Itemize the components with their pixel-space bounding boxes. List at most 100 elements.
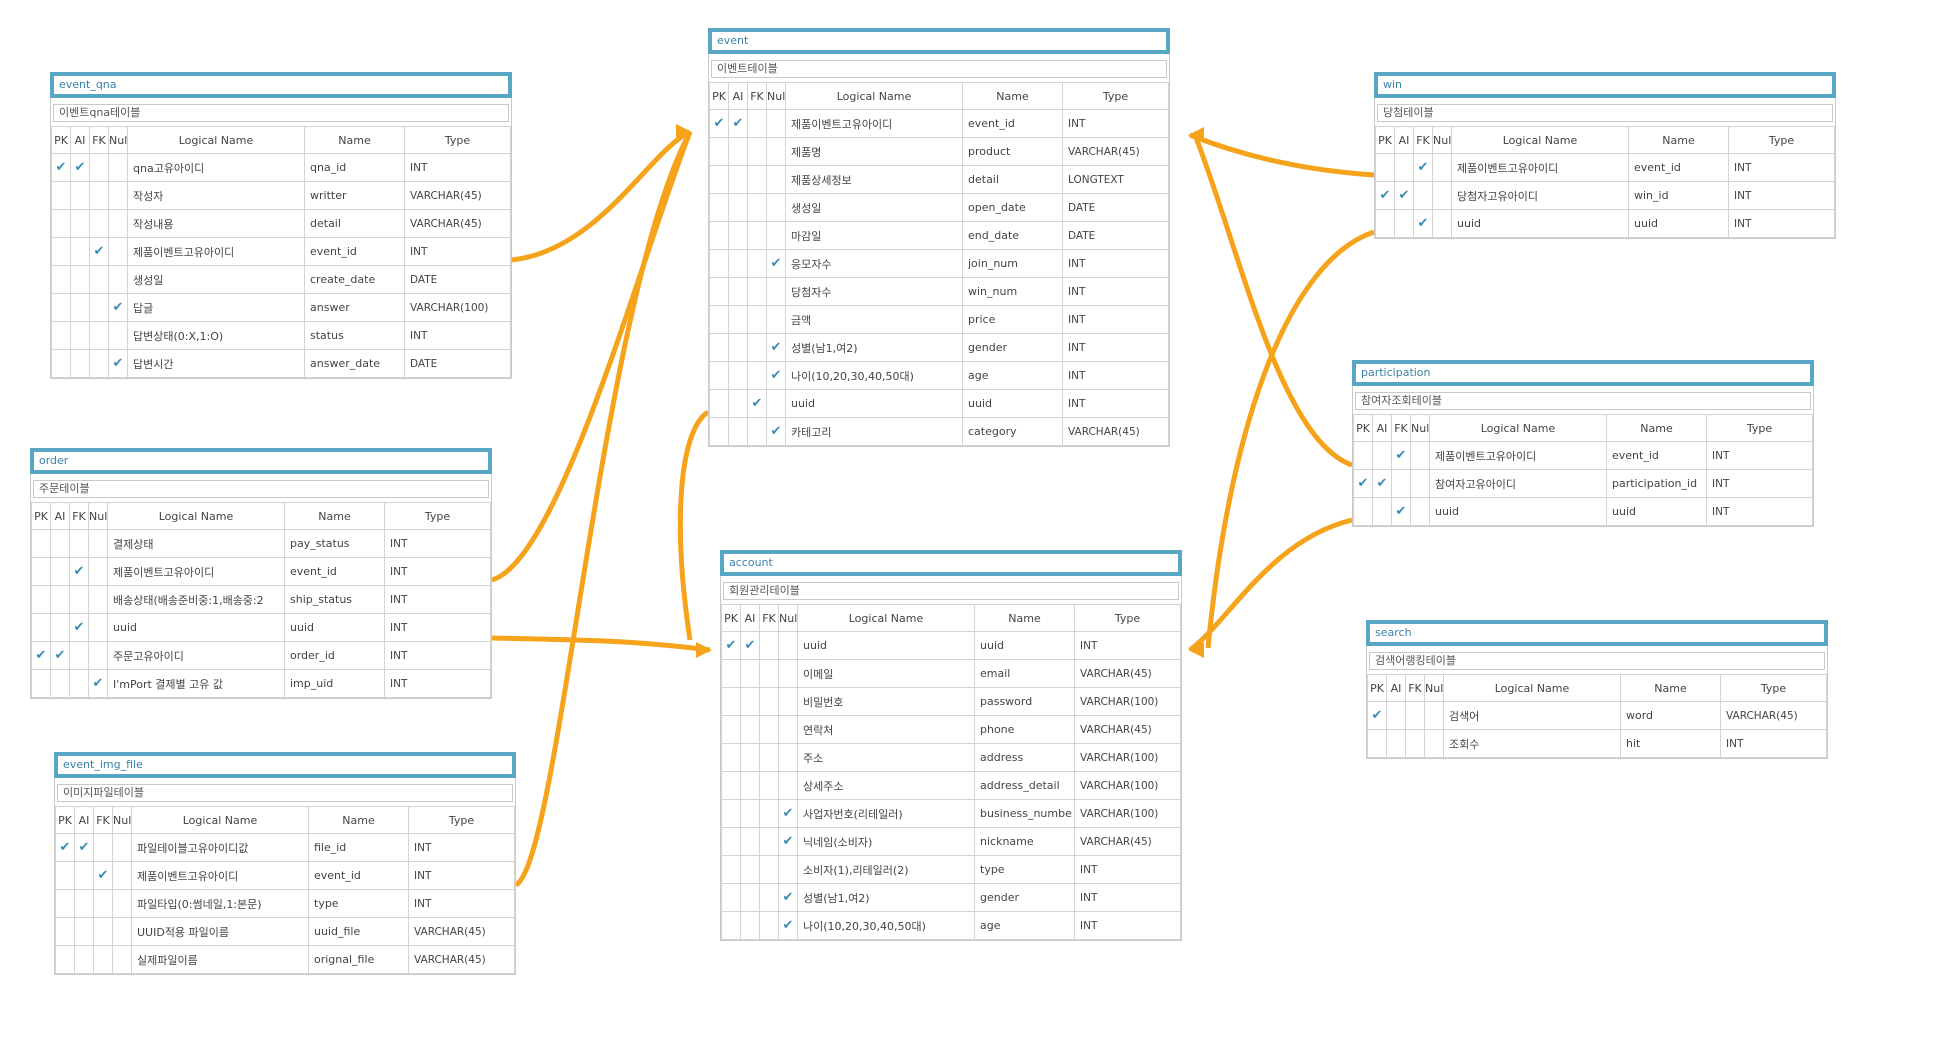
table-row[interactable]: ✔ ✔ 파일테이블고유아이디값 file_id INT [55, 833, 515, 862]
table-row[interactable]: 당첨자수 win_num INT [709, 277, 1169, 306]
table-row[interactable]: 배송상태(배송준비중:1,배송중:2 ship_status INT [31, 585, 491, 614]
column-name-cell[interactable]: category [962, 417, 1063, 446]
ai-flag-cell[interactable] [70, 237, 90, 266]
logical-name-cell[interactable]: 답글 [127, 293, 305, 322]
table-row[interactable]: ✔ 제품이벤트고유아이디 event_id INT [51, 237, 511, 266]
nn-flag-cell[interactable] [1410, 441, 1430, 470]
column-name-cell[interactable]: open_date [962, 193, 1063, 222]
ai-flag-cell[interactable] [740, 687, 760, 716]
table-title[interactable]: search [1366, 620, 1828, 646]
type-cell[interactable]: INT [1062, 389, 1169, 418]
pk-flag-cell[interactable] [55, 861, 75, 890]
nn-flag-cell[interactable] [778, 771, 798, 800]
column-name-cell[interactable]: win_num [962, 277, 1063, 306]
type-cell[interactable]: LONGTEXT [1062, 165, 1169, 194]
pk-flag-cell[interactable] [55, 945, 75, 974]
logical-name-cell[interactable]: 검색어 [1443, 701, 1621, 730]
column-name-cell[interactable]: event_id [962, 109, 1063, 138]
type-cell[interactable]: VARCHAR(45) [1074, 715, 1181, 744]
pk-flag-cell[interactable]: ✔ [709, 109, 729, 138]
type-cell[interactable]: VARCHAR(100) [1074, 687, 1181, 716]
type-cell[interactable]: DATE [1062, 193, 1169, 222]
fk-flag-cell[interactable]: ✔ [1413, 209, 1433, 238]
table-row[interactable]: UUID적용 파일이름 uuid_file VARCHAR(45) [55, 917, 515, 946]
ai-flag-cell[interactable] [70, 349, 90, 378]
table-row[interactable]: 상세주소 address_detail VARCHAR(100) [721, 771, 1181, 800]
fk-flag-cell[interactable]: ✔ [1413, 153, 1433, 182]
table-row[interactable]: 제품명 product VARCHAR(45) [709, 137, 1169, 166]
pk-flag-cell[interactable] [51, 321, 71, 350]
ai-flag-cell[interactable] [1386, 701, 1406, 730]
fk-flag-cell[interactable] [89, 293, 109, 322]
logical-name-cell[interactable]: 답변시간 [127, 349, 305, 378]
fk-flag-cell[interactable] [747, 333, 767, 362]
column-name-cell[interactable]: answer_date [304, 349, 405, 378]
fk-flag-cell[interactable] [747, 137, 767, 166]
pk-flag-cell[interactable] [709, 417, 729, 446]
type-cell[interactable]: INT [1706, 441, 1813, 470]
ai-flag-cell[interactable] [740, 883, 760, 912]
fk-flag-cell[interactable] [93, 917, 113, 946]
table-row[interactable]: 작성자 writter VARCHAR(45) [51, 181, 511, 210]
table-title[interactable]: order [30, 448, 492, 474]
pk-flag-cell[interactable] [721, 687, 741, 716]
fk-flag-cell[interactable] [69, 641, 89, 670]
table-row[interactable]: ✔ uuid uuid INT [1353, 497, 1813, 526]
fk-flag-cell[interactable] [1391, 469, 1411, 498]
pk-flag-cell[interactable]: ✔ [31, 641, 51, 670]
ai-flag-cell[interactable] [740, 715, 760, 744]
logical-name-cell[interactable]: 응모자수 [785, 249, 963, 278]
nn-flag-cell[interactable] [1432, 181, 1452, 210]
logical-name-cell[interactable]: 성별(남1,여2) [797, 883, 975, 912]
type-cell[interactable]: VARCHAR(100) [404, 293, 511, 322]
table-row[interactable]: 결제상태 pay_status INT [31, 529, 491, 558]
pk-flag-cell[interactable] [51, 265, 71, 294]
column-name-cell[interactable]: nickname [974, 827, 1075, 856]
type-cell[interactable]: VARCHAR(45) [404, 209, 511, 238]
logical-name-cell[interactable]: 제품이벤트고유아이디 [127, 237, 305, 266]
column-name-cell[interactable]: join_num [962, 249, 1063, 278]
pk-flag-cell[interactable] [721, 771, 741, 800]
pk-flag-cell[interactable] [721, 715, 741, 744]
ai-flag-cell[interactable] [728, 277, 748, 306]
logical-name-cell[interactable]: 비밀번호 [797, 687, 975, 716]
table-row[interactable]: ✔ 제품이벤트고유아이디 event_id INT [1375, 153, 1835, 182]
ai-flag-cell[interactable] [50, 613, 70, 642]
pk-flag-cell[interactable] [31, 669, 51, 698]
table-row[interactable]: 주소 address VARCHAR(100) [721, 743, 1181, 772]
type-cell[interactable]: VARCHAR(45) [1062, 417, 1169, 446]
ai-flag-cell[interactable] [740, 771, 760, 800]
fk-flag-cell[interactable] [1405, 729, 1425, 758]
nn-flag-cell[interactable] [1432, 153, 1452, 182]
fk-flag-cell[interactable] [759, 659, 779, 688]
column-name-cell[interactable]: phone [974, 715, 1075, 744]
column-name-cell[interactable]: hit [1620, 729, 1721, 758]
logical-name-cell[interactable]: 연락처 [797, 715, 975, 744]
table-row[interactable]: 이메일 email VARCHAR(45) [721, 659, 1181, 688]
logical-name-cell[interactable]: 금액 [785, 305, 963, 334]
fk-flag-cell[interactable]: ✔ [747, 389, 767, 418]
column-name-cell[interactable]: imp_uid [284, 669, 385, 698]
pk-flag-cell[interactable] [721, 911, 741, 940]
fk-flag-cell[interactable]: ✔ [1391, 441, 1411, 470]
table-account[interactable]: account 회원관리테이블 PKAIFKNullLogical NameName… [720, 550, 1182, 941]
column-name-cell[interactable]: address [974, 743, 1075, 772]
pk-flag-cell[interactable] [51, 181, 71, 210]
fk-flag-cell[interactable] [759, 743, 779, 772]
logical-name-cell[interactable]: 당첨자수 [785, 277, 963, 306]
ai-flag-cell[interactable] [728, 389, 748, 418]
ai-flag-cell[interactable] [70, 209, 90, 238]
logical-name-cell[interactable]: 나이(10,20,30,40,50대) [797, 911, 975, 940]
table-row[interactable]: 생성일 open_date DATE [709, 193, 1169, 222]
fk-flag-cell[interactable] [89, 181, 109, 210]
nn-flag-cell[interactable] [778, 855, 798, 884]
nn-flag-cell[interactable] [1432, 209, 1452, 238]
table-row[interactable]: 조회수 hit INT [1367, 729, 1827, 758]
nn-flag-cell[interactable] [766, 277, 786, 306]
nn-flag-cell[interactable] [766, 137, 786, 166]
fk-flag-cell[interactable]: ✔ [93, 861, 113, 890]
type-cell[interactable]: DATE [404, 265, 511, 294]
table-comment[interactable]: 회원관리테이블 [723, 582, 1179, 600]
logical-name-cell[interactable]: 작성내용 [127, 209, 305, 238]
fk-flag-cell[interactable]: ✔ [69, 613, 89, 642]
